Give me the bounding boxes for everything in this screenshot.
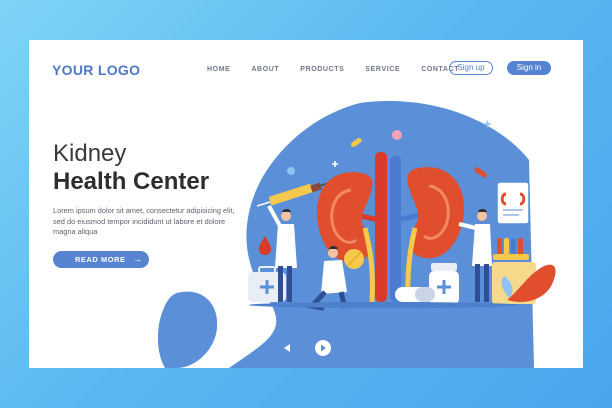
triangle-left-icon[interactable] — [282, 342, 294, 354]
slide-dot-2[interactable] — [563, 194, 569, 200]
blood-drop-icon — [259, 236, 271, 255]
slide-dot-1[interactable] — [561, 175, 571, 185]
slide-dot-4[interactable] — [563, 224, 569, 230]
landing-card: YOUR LOGO HOME ABOUT PRODUCTS SERVICE CO… — [29, 40, 583, 368]
clipboard-icon — [496, 181, 530, 225]
slide-dot-3[interactable] — [563, 209, 569, 215]
slide-dot-5[interactable] — [563, 239, 569, 245]
doctor-right — [458, 209, 492, 302]
ground-shadow — [249, 302, 519, 308]
test-tubes-icon — [493, 238, 529, 260]
capsule-icon — [395, 287, 435, 302]
play-circle-icon[interactable] — [314, 339, 332, 357]
kidney-illustration — [248, 120, 556, 311]
